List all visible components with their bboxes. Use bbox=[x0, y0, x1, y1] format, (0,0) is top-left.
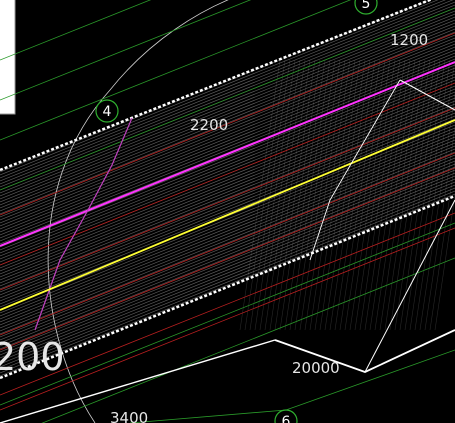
cross-hatch-line bbox=[304, 59, 346, 331]
cross-hatch-line bbox=[259, 59, 301, 331]
hatch-line bbox=[0, 151, 455, 335]
hatch-line bbox=[0, 76, 455, 260]
cross-hatch-line bbox=[399, 59, 441, 331]
hatch-line bbox=[0, 142, 455, 326]
hatch-line bbox=[0, 181, 455, 365]
dimension-text-2200: 2200 bbox=[190, 116, 228, 134]
cross-hatch-line bbox=[394, 59, 436, 331]
hatch-line bbox=[0, 73, 455, 257]
band-bottom-edge bbox=[0, 194, 455, 380]
grid-bubble-6[interactable]: 6 bbox=[274, 409, 298, 423]
red-line bbox=[0, 82, 455, 266]
dimension-text-3400: 3400 bbox=[110, 409, 148, 423]
hatch-line bbox=[0, 178, 455, 362]
hatch-line bbox=[0, 172, 455, 356]
green-line bbox=[0, 7, 455, 191]
dimension-text-1200: 1200 bbox=[390, 31, 428, 49]
cross-hatch-line bbox=[414, 59, 455, 331]
cross-hatch-line bbox=[274, 59, 316, 331]
hatch-line bbox=[0, 112, 455, 296]
hatch-line bbox=[0, 46, 455, 230]
hatch-line bbox=[0, 169, 455, 353]
hatch-line bbox=[0, 1, 455, 185]
grid-bubble-4[interactable]: 4 bbox=[95, 99, 119, 123]
hatch-line bbox=[0, 19, 455, 203]
cross-hatch-line bbox=[244, 59, 286, 331]
cross-hatch-line bbox=[364, 59, 406, 331]
hatch-line bbox=[0, 184, 455, 368]
svg-text:6: 6 bbox=[282, 414, 291, 423]
hatch-line bbox=[0, 133, 455, 317]
hatch-line bbox=[0, 115, 455, 299]
svg-text:4: 4 bbox=[103, 104, 112, 120]
cross-hatch-line bbox=[319, 59, 361, 331]
cross-hatch-line bbox=[289, 59, 331, 331]
green-line bbox=[129, 409, 287, 423]
cross-hatch-line bbox=[379, 59, 421, 331]
hatch-line bbox=[0, 166, 455, 350]
dimension-text-20000: 20000 bbox=[292, 359, 340, 377]
cross-hatch-line bbox=[309, 59, 351, 331]
cross-hatch-line bbox=[334, 59, 376, 331]
green-line bbox=[0, 222, 455, 406]
hatch-line bbox=[0, 70, 455, 254]
green-grid-lines bbox=[0, 0, 455, 423]
svg-text:5: 5 bbox=[362, 0, 371, 12]
hatch-line bbox=[0, 145, 455, 329]
cad-drawing-viewport[interactable]: 4 5 6 1200 2200 200 20000 3400 bbox=[0, 0, 455, 423]
hatch-line bbox=[0, 118, 455, 302]
hatch-line bbox=[0, 109, 455, 293]
hatch-line bbox=[0, 49, 455, 233]
cross-hatch-line bbox=[264, 59, 306, 331]
hatch-line bbox=[0, 136, 455, 320]
cross-hatch-line bbox=[409, 59, 451, 331]
grid-bubble-5[interactable]: 5 bbox=[354, 0, 378, 15]
hatch-line bbox=[0, 13, 455, 197]
cross-hatch-line bbox=[349, 59, 391, 331]
cad-canvas[interactable]: 4 5 6 1200 2200 200 20000 3400 bbox=[0, 0, 455, 423]
hatch-line bbox=[0, 139, 455, 323]
hatch-line bbox=[0, 106, 455, 290]
hatch-line bbox=[0, 16, 455, 200]
cross-hatch-line bbox=[249, 59, 291, 331]
cross-hatch-line bbox=[384, 59, 426, 331]
dimension-text-large: 200 bbox=[0, 335, 65, 379]
hatch-line bbox=[0, 79, 455, 263]
